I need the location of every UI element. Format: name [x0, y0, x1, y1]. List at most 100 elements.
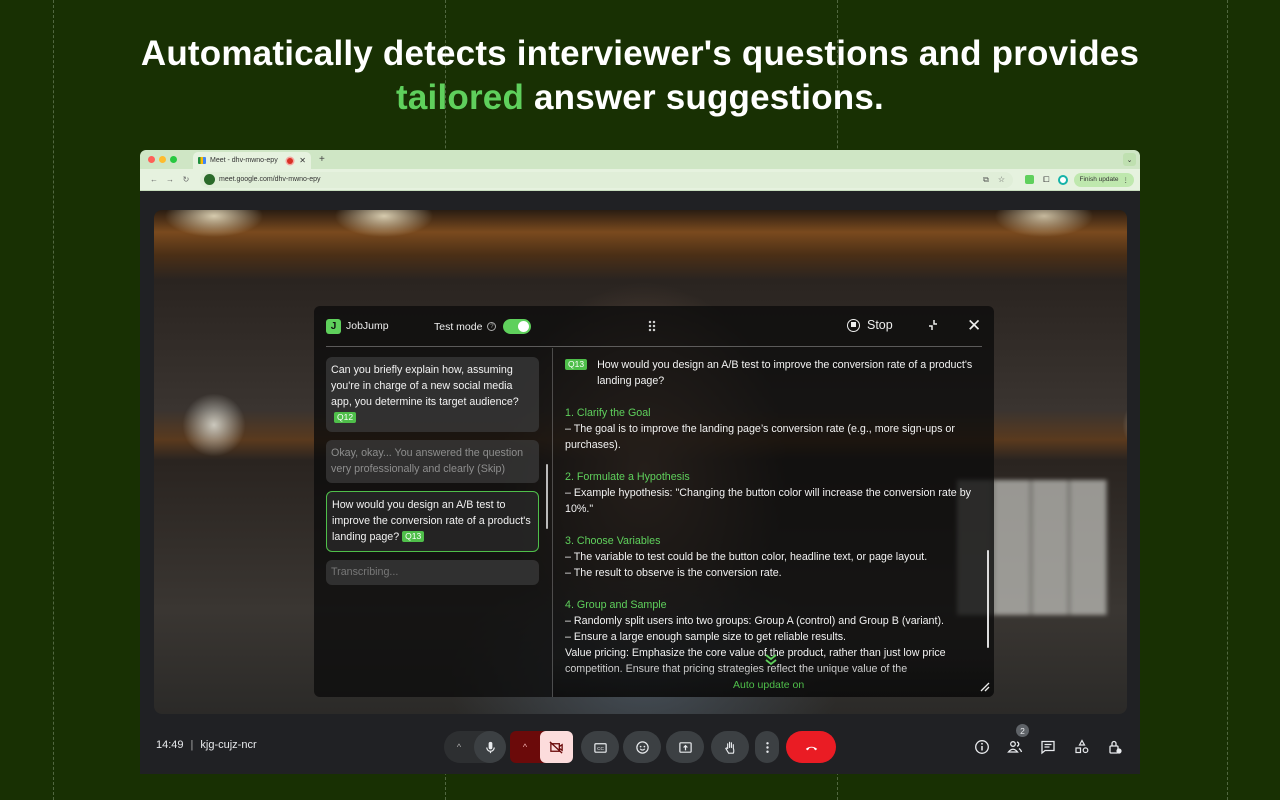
test-mode-label: Test mode: [434, 320, 483, 333]
meeting-code: kjg-cujz-ncr: [200, 739, 257, 751]
close-window-button[interactable]: [148, 156, 155, 163]
answer-panel: Q13 How would you design an A/B test to …: [565, 357, 983, 687]
guide-line: [1227, 0, 1228, 800]
separator: |: [190, 739, 194, 751]
captions-button[interactable]: CC: [581, 731, 619, 763]
maximize-window-button[interactable]: [170, 156, 177, 163]
close-tab-icon[interactable]: ✕: [299, 156, 306, 165]
header-divider: [326, 346, 982, 347]
section-line: – The result to observe is the conversio…: [565, 567, 782, 579]
jobjump-extension-icon[interactable]: [1025, 175, 1035, 184]
extensions-puzzle-icon[interactable]: ⧠: [1043, 175, 1049, 185]
section-line: – The variable to test could be the butt…: [565, 551, 928, 563]
transcript-item-question[interactable]: Can you briefly explain how, assuming yo…: [326, 357, 539, 432]
emoji-icon: [635, 740, 649, 754]
audio-options-chevron-icon[interactable]: ^: [444, 731, 474, 763]
people-icon[interactable]: [1007, 739, 1023, 755]
mic-button[interactable]: [474, 731, 506, 763]
raise-hand-button[interactable]: [711, 731, 749, 763]
translate-icon[interactable]: ⧉: [983, 175, 989, 185]
video-options-chevron-icon[interactable]: ^: [510, 731, 540, 763]
reload-icon[interactable]: ↻: [178, 175, 194, 184]
chat-icon[interactable]: [1040, 739, 1056, 755]
participant-video: J JobJump Test mode ? Stop ✕ Can you bri…: [154, 210, 1127, 714]
new-tab-button[interactable]: +: [319, 154, 325, 165]
tab-title: Meet - dhv-mwno-epy: [210, 157, 278, 164]
camera-button[interactable]: [540, 731, 573, 763]
transcript-text: How would you design an A/B test to impr…: [332, 499, 531, 543]
transcript-item-transcribing: Transcribing...: [326, 560, 539, 585]
question-badge: Q13: [565, 359, 588, 370]
transcript-scrollbar[interactable]: [546, 464, 548, 529]
section-line: – The goal is to improve the landing pag…: [565, 423, 955, 451]
more-options-button[interactable]: [755, 731, 779, 763]
captions-icon: CC: [593, 742, 607, 753]
stop-button[interactable]: Stop: [847, 318, 893, 332]
transcribing-text: Transcribing...: [331, 566, 399, 578]
meeting-info: 14:49 | kjg-cujz-ncr: [156, 739, 257, 751]
activities-icon[interactable]: [1074, 739, 1090, 755]
close-panel-icon[interactable]: ✕: [967, 317, 981, 334]
site-info-icon[interactable]: [204, 174, 215, 185]
answer-section: 1. Clarify the Goal – The goal is to imp…: [565, 405, 983, 453]
headline-accent: tailored: [396, 78, 525, 117]
resize-handle-icon[interactable]: [980, 682, 990, 692]
app-name: JobJump: [346, 320, 389, 332]
question-badge: Q12: [334, 412, 357, 423]
more-options-icon: [765, 741, 769, 753]
present-button[interactable]: [666, 731, 704, 763]
collapse-icon[interactable]: [926, 318, 940, 332]
browser-window: Meet - dhv-mwno-epy ✕ + ⌄ ← → ↻ meet.goo…: [140, 150, 1140, 774]
camera-control-group: ^: [510, 731, 573, 763]
browser-tab[interactable]: Meet - dhv-mwno-epy ✕: [193, 152, 311, 169]
test-mode-control: Test mode ?: [434, 319, 532, 334]
address-bar: ← → ↻ meet.google.com/dhv-mwno-epy ⧉ ☆ ⧠ …: [140, 169, 1140, 191]
tab-bar: Meet - dhv-mwno-epy ✕ + ⌄: [140, 150, 1140, 169]
headline-line-2: tailored answer suggestions.: [0, 76, 1280, 120]
participants-count-badge: 2: [1016, 724, 1029, 737]
answer-section: 3. Choose Variables – The variable to te…: [565, 533, 983, 581]
section-title: 4. Group and Sample: [565, 599, 667, 611]
url-field[interactable]: meet.google.com/dhv-mwno-epy ⧉ ☆: [200, 171, 1014, 188]
headline-rest: answer suggestions.: [524, 78, 884, 117]
answer-scrollbar[interactable]: [987, 550, 989, 648]
meet-control-bar: 14:49 | kjg-cujz-ncr ^ ^ CC 2: [140, 722, 1140, 774]
section-line: – Example hypothesis: "Changing the butt…: [565, 487, 971, 515]
headline-line-1: Automatically detects interviewer's ques…: [140, 34, 1140, 73]
emoji-button[interactable]: [623, 731, 661, 763]
jobjump-logo-icon: J: [326, 318, 341, 334]
browser-menu-icon[interactable]: ⋮: [1123, 176, 1130, 184]
end-call-button[interactable]: [786, 731, 836, 763]
profile-avatar[interactable]: [1058, 174, 1069, 185]
answer-question: Q13 How would you design an A/B test to …: [565, 357, 983, 389]
tab-search-chevron-icon[interactable]: ⌄: [1123, 153, 1136, 166]
headline: Automatically detects interviewer's ques…: [0, 32, 1280, 120]
stop-label: Stop: [867, 318, 893, 332]
transcript-item-active[interactable]: How would you design an A/B test to impr…: [326, 491, 539, 552]
minimize-window-button[interactable]: [159, 156, 166, 163]
section-title: 1. Clarify the Goal: [565, 407, 651, 419]
finish-update-button[interactable]: Finish update ⋮: [1074, 172, 1134, 187]
drag-handle-icon[interactable]: [648, 320, 656, 332]
answer-question-text: How would you design an A/B test to impr…: [597, 359, 973, 387]
help-icon[interactable]: ?: [487, 322, 497, 331]
url-text: meet.google.com/dhv-mwno-epy: [219, 176, 321, 183]
camera-off-icon: [549, 740, 563, 754]
svg-text:CC: CC: [597, 746, 604, 751]
scroll-down-chevron-icon[interactable]: [764, 653, 778, 667]
back-icon[interactable]: ←: [146, 175, 162, 184]
jobjump-panel: J JobJump Test mode ? Stop ✕ Can you bri…: [314, 306, 994, 697]
question-badge: Q13: [402, 531, 425, 542]
section-title: 3. Choose Variables: [565, 535, 661, 547]
transcript-item-muted[interactable]: Okay, okay... You answered the question …: [326, 440, 539, 483]
test-mode-toggle[interactable]: [503, 319, 532, 334]
auto-update-status[interactable]: Auto update on: [733, 679, 804, 691]
info-icon[interactable]: [974, 739, 990, 755]
present-icon: [678, 741, 692, 753]
host-controls-icon[interactable]: [1107, 739, 1123, 755]
bookmark-star-icon[interactable]: ☆: [998, 175, 1005, 185]
transcript-text: Okay, okay... You answered the question …: [331, 447, 524, 475]
recording-icon: [287, 157, 294, 164]
mic-control-group: ^: [444, 731, 506, 763]
forward-icon[interactable]: →: [162, 175, 178, 184]
